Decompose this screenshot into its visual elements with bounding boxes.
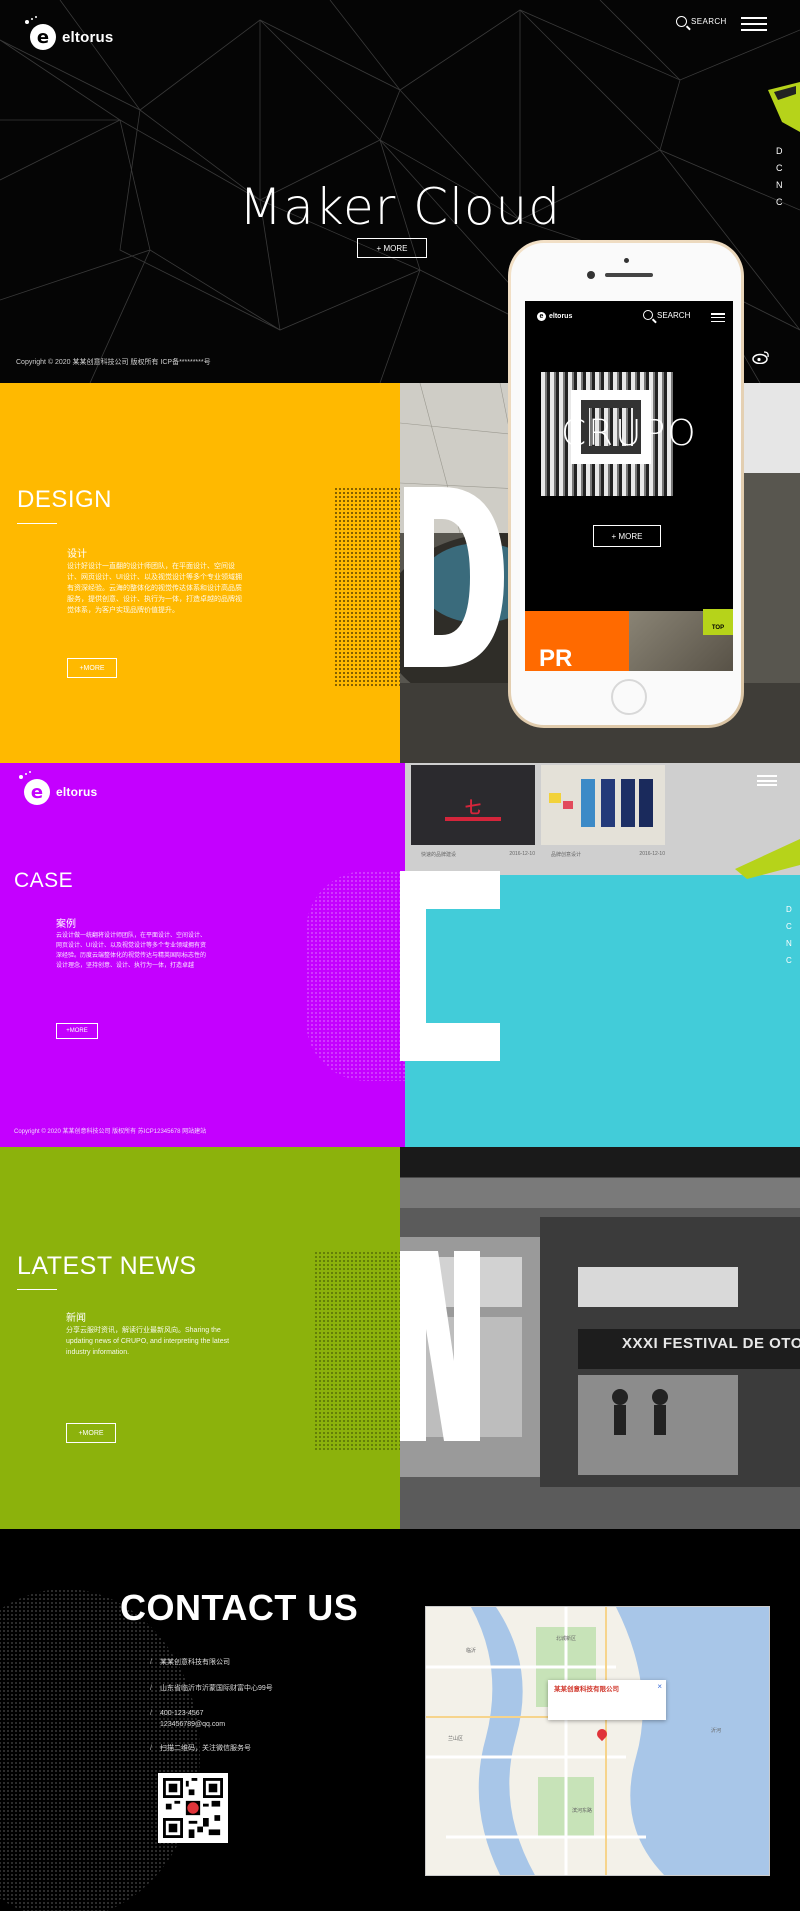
case-big-letter	[400, 871, 500, 1061]
side-nav-item[interactable]: C	[786, 956, 793, 965]
news-panel: LATEST NEWS 新闻 分享云服时资讯，解读行业最新风向。Sharing …	[0, 1147, 404, 1529]
case-menu-icon[interactable]	[757, 775, 777, 786]
search-icon	[676, 16, 687, 27]
phone-logo: e eltorus	[537, 312, 572, 321]
map-label: 沂河	[711, 1728, 722, 1734]
map-illustration	[426, 1607, 769, 1875]
location-map[interactable]: 临沂 兰山区 沂河 滨河东路 北城新区 某某创意科技有限公司 山东省临沂市沂蒙国…	[425, 1606, 770, 1876]
design-subtitle: 设计	[67, 549, 87, 560]
side-nav-item[interactable]: N	[786, 939, 793, 948]
design-panel: DESIGN 设计 设计好设计一直翻的设计师团队，在平面设计、空间设计、网页设计…	[0, 383, 404, 763]
hero-copyright: Copyright © 2020 某某创意科技公司 版权所有 ICP备*****…	[16, 359, 211, 366]
phone-logo-mark-icon: e	[537, 312, 546, 321]
phone-menu-icon[interactable]	[711, 313, 725, 322]
case-thumb-date: 2016-12-10	[639, 851, 665, 857]
side-nav-item[interactable]: D	[786, 905, 793, 914]
phone-hero-word: CRUPO	[561, 413, 698, 454]
side-nav-item[interactable]: C	[776, 163, 784, 173]
contact-email[interactable]: 123456789@qq.com	[160, 1720, 225, 1730]
case-thumb-date: 2016-12-10	[509, 851, 535, 857]
hero-more-button[interactable]: + MORE	[357, 238, 427, 258]
map-popup-title: 某某创意科技有限公司	[554, 1686, 619, 1693]
news-big-letter	[400, 1251, 480, 1441]
contact-address: / 山东省临沂市沂蒙国际财富中心99号	[150, 1685, 273, 1692]
map-label: 滨河东路	[572, 1808, 593, 1814]
ribbon-tag-icon	[768, 82, 800, 132]
phone-pr-tile[interactable]: PR	[525, 611, 629, 671]
phone-search-icon	[643, 310, 653, 320]
news-rule	[17, 1289, 57, 1290]
logo-mark-icon: e	[25, 20, 56, 50]
qr-code-icon	[158, 1773, 228, 1843]
case-thumb[interactable]: 品牌创意设计 2016-12-10	[541, 765, 665, 858]
case-title: CASE	[14, 869, 74, 892]
phone-more-button[interactable]: + MORE	[593, 525, 661, 547]
design-description: 设计好设计一直翻的设计师团队，在平面设计、空间设计、网页设计、UI设计、以及视觉…	[67, 563, 242, 614]
case-thumb[interactable]: 七 快速的品牌建设 2016-12-10	[411, 765, 535, 858]
svg-text:七: 七	[465, 798, 481, 817]
design-title: DESIGN	[17, 486, 113, 513]
case-thumb-image: 七	[445, 798, 501, 821]
contact-wechat-hint: / 扫描二维码，关注微信服务号	[150, 1745, 251, 1752]
phone-search-button[interactable]: SEARCH	[643, 310, 690, 320]
hero-title: Maker Cloud	[239, 178, 561, 236]
case-more-button[interactable]: +MORE	[56, 1023, 98, 1039]
side-nav-item[interactable]: D	[776, 146, 784, 156]
news-description: 分享云服时资讯，解读行业最新风向。Sharing the updating ne…	[66, 1327, 230, 1356]
map-info-popup[interactable]: 某某创意科技有限公司 山东省临沂市沂蒙国际财富中心99号 ×	[548, 1680, 666, 1720]
case-panel: e eltorus CASE 案例 云设计做一统翻将设计师团队，在平面设计、空间…	[0, 763, 426, 1147]
home-button-icon	[611, 679, 647, 715]
menu-icon[interactable]	[741, 17, 767, 31]
case-brand-logo[interactable]: e eltorus	[19, 775, 98, 805]
search-label: SEARCH	[691, 17, 727, 26]
phone-top-button[interactable]: TOP	[703, 609, 733, 635]
map-label: 北城新区	[556, 1636, 577, 1642]
contact-section: CONTACT US / 某某创意科技有限公司 / 山东省临沂市沂蒙国际财富中心99…	[0, 1529, 800, 1911]
contact-title: CONTACT US	[120, 1587, 359, 1628]
weibo-icon[interactable]	[752, 350, 770, 364]
map-popup-address: 山东省临沂市沂蒙国际财富中心99号	[554, 1695, 659, 1702]
dot-pattern	[334, 487, 404, 687]
design-big-letter	[404, 487, 504, 667]
map-label: 临沂	[466, 1648, 477, 1654]
contact-phone[interactable]: /400-123-4567	[150, 1709, 204, 1719]
side-nav-item[interactable]: C	[776, 197, 784, 207]
case-copyright: Copyright © 2020 某某创意科技公司 版权所有 苏ICP12345…	[14, 1129, 207, 1135]
case-subtitle: 案例	[56, 919, 76, 930]
news-section: LATEST NEWS 新闻 分享云服时资讯，解读行业最新风向。Sharing …	[0, 1147, 800, 1529]
phone-screen: e eltorus SEARCH CRUPO + MORE PR TOP	[525, 301, 733, 671]
case-thumb-caption: 快速的品牌建设	[421, 852, 457, 858]
side-nav[interactable]: D C N C	[776, 146, 784, 207]
logo-name: eltorus	[62, 28, 114, 46]
news-subtitle: 新闻	[66, 1313, 86, 1324]
map-label: 兰山区	[448, 1736, 464, 1742]
search-button[interactable]: SEARCH	[676, 16, 727, 27]
dot-pattern	[314, 1251, 404, 1451]
poster-title: XXXI FESTIVAL DE OTO	[622, 1335, 800, 1352]
brand-logo[interactable]: e eltorus	[25, 20, 114, 50]
phone-mockup: e eltorus SEARCH CRUPO + MORE PR TOP	[508, 240, 744, 728]
case-description: 云设计做一统翻将设计师团队，在平面设计、空间设计、网页设计、UI设计、以及视觉设…	[56, 933, 207, 969]
case-logo-mark-icon: e	[19, 775, 50, 805]
design-more-button[interactable]: +MORE	[67, 658, 117, 678]
close-icon[interactable]: ×	[657, 1682, 662, 1691]
news-more-button[interactable]: +MORE	[66, 1423, 116, 1443]
side-nav-item[interactable]: C	[786, 922, 793, 931]
ribbon-tag-icon	[735, 839, 800, 879]
case-thumb-caption: 品牌创意设计	[551, 852, 582, 858]
side-nav-item[interactable]: N	[776, 180, 784, 190]
case-logo-name: eltorus	[56, 785, 98, 799]
case-thumb-image	[549, 779, 653, 827]
case-side-nav[interactable]: D C N C	[786, 905, 793, 965]
contact-company: / 某某创意科技有限公司	[150, 1659, 230, 1666]
news-title: LATEST NEWS	[17, 1252, 197, 1280]
design-rule	[17, 523, 57, 524]
case-section: e eltorus CASE 案例 云设计做一统翻将设计师团队，在平面设计、空间…	[0, 763, 800, 1147]
